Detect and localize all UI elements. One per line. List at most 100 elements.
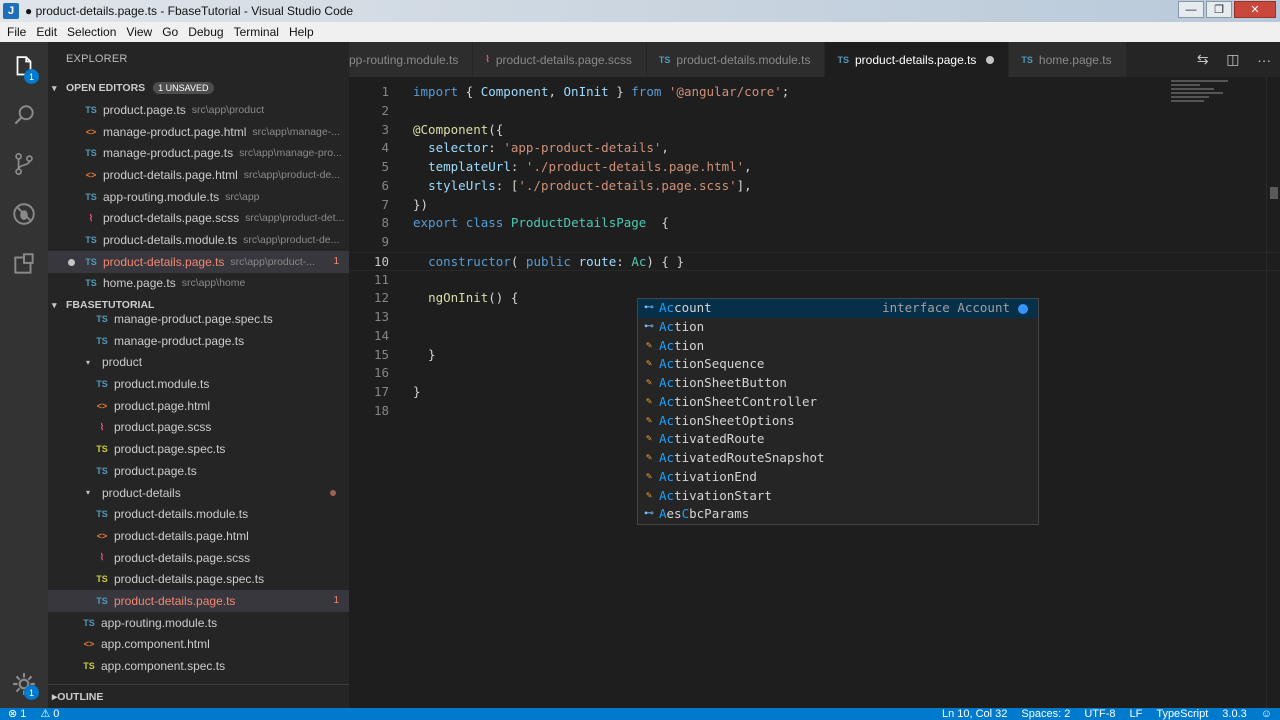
tree-item[interactable]: TS product-details.page.spec.ts — [48, 568, 349, 590]
tab-product-details-page-ts[interactable]: TS product-details.page.ts — [825, 42, 1010, 77]
tree-item[interactable]: ⌇ product.page.scss — [48, 417, 349, 439]
line-number: 15 — [373, 346, 389, 362]
file-name: product.module.ts — [114, 377, 210, 392]
close-button[interactable]: ✕ — [1234, 1, 1276, 18]
suggestion-item[interactable]: ⊷ Account interface Account — [638, 299, 1038, 318]
extensions-icon — [14, 253, 34, 274]
line-ending[interactable]: LF — [1129, 708, 1142, 720]
code-editor[interactable]: 1 import { Component, OnInit } from '@ang… — [349, 77, 1280, 708]
file-path: src\app\product-de... — [243, 233, 340, 246]
suggestion-item[interactable]: ✎ ActivatedRouteSnapshot — [638, 449, 1038, 468]
tree-item[interactable]: <> product-details.page.html — [48, 525, 349, 547]
suggestion-item[interactable]: ✎ ActivationEnd — [638, 468, 1038, 487]
open-editor-item[interactable]: TS product-details.page.ts src\app\product… — [48, 250, 349, 273]
editor-scrollbar[interactable] — [1266, 77, 1280, 708]
tree-item[interactable]: ▾ product-details — [48, 482, 349, 504]
menu-debug[interactable]: Debug — [183, 25, 228, 39]
encoding[interactable]: UTF-8 — [1084, 708, 1115, 720]
scrollbar-thumb[interactable] — [1270, 187, 1278, 199]
minimap[interactable] — [1171, 78, 1266, 138]
open-editor-item[interactable]: TS app-routing.module.ts src\app — [48, 186, 349, 208]
cursor-position[interactable]: Ln 10, Col 32 — [942, 708, 1007, 720]
tree-item[interactable]: ▾ product — [48, 352, 349, 374]
suggestion-item[interactable]: ✎ ActivatedRoute — [638, 430, 1038, 449]
menu-help[interactable]: Help — [284, 25, 319, 39]
tree-item[interactable]: TS app.component.spec.ts — [48, 655, 349, 677]
suggestion-item[interactable]: ✎ ActionSequence — [638, 355, 1038, 374]
more-actions-icon[interactable]: ··· — [1257, 52, 1271, 68]
chevron-down-icon: ▾ — [86, 357, 91, 367]
open-editor-item[interactable]: TS home.page.ts src\app\home — [48, 273, 349, 295]
tree-item[interactable]: TS manage-product.page.spec.ts — [48, 308, 349, 330]
outline-header[interactable]: ▸ OUTLINE — [48, 684, 349, 708]
suggestion-item[interactable]: ✎ Action — [638, 337, 1038, 356]
code-line: 2 — [349, 102, 1280, 121]
open-editor-item[interactable]: TS product-details.module.ts src\app\produ… — [48, 229, 349, 251]
open-editor-item[interactable]: ⌇ product-details.page.scss src\app\produc… — [48, 207, 349, 229]
tree-item[interactable]: TS product-details.module.ts — [48, 503, 349, 525]
tree-item[interactable]: TS product.page.spec.ts — [48, 438, 349, 460]
errors-count[interactable]: ⊗ 1 — [8, 708, 26, 720]
tree-item[interactable]: <> app.component.html — [48, 634, 349, 656]
tree-item[interactable]: TS product-details.page.ts 1 — [48, 590, 349, 612]
suggestion-item[interactable]: ✎ ActivationStart — [638, 487, 1038, 506]
tree-item[interactable]: <> product.page.html — [48, 395, 349, 417]
code-token: './product-details.page.html' — [525, 159, 745, 174]
code-token: { — [646, 215, 669, 231]
line-number: 17 — [373, 384, 389, 399]
open-editors-header[interactable]: ▾ OPEN EDITORS 1 UNSAVED — [48, 77, 349, 99]
menu-edit[interactable]: Edit — [31, 25, 62, 39]
open-editor-item[interactable]: <> manage-product.page.html src\app\manage… — [48, 121, 349, 143]
feedback-icon[interactable]: ☺ — [1261, 708, 1272, 720]
class-icon: ✎ — [645, 433, 653, 445]
open-editor-item[interactable]: <> product-details.page.html src\app\produ… — [48, 164, 349, 186]
menu-view[interactable]: View — [121, 25, 157, 39]
suggestion-item[interactable]: ✎ ActionSheetController — [638, 393, 1038, 412]
open-editor-item[interactable]: TS manage-product.page.ts src\app\manage-p… — [48, 142, 349, 164]
suggestion-item[interactable]: ⊷ Action — [638, 318, 1038, 337]
open-changes-icon[interactable]: ⇆ — [1197, 51, 1209, 68]
menu-terminal[interactable]: Terminal — [229, 25, 284, 39]
code-token: } — [608, 84, 632, 99]
code-token: ({ — [488, 121, 504, 137]
settings-activity[interactable]: 1 — [0, 660, 48, 708]
scss-file-icon: ⌇ — [485, 54, 490, 64]
file-path: src\app — [225, 190, 260, 203]
explorer-activity[interactable]: 1 — [0, 44, 48, 92]
code-token: ; — [781, 84, 790, 99]
class-icon: ✎ — [645, 377, 653, 388]
tab-product-details-module-ts[interactable]: TS product-details.module.ts — [646, 42, 826, 77]
info-icon[interactable] — [1018, 304, 1028, 314]
debug-activity[interactable] — [0, 190, 48, 238]
tree-item[interactable]: TS product.page.ts — [48, 460, 349, 482]
tab-home-page-ts[interactable]: TS home.page.ts — [1009, 42, 1127, 77]
typescript-version[interactable]: 3.0.3 — [1222, 708, 1246, 720]
line-content: styleUrls: ['./product-details.page.scss… — [413, 177, 752, 196]
suggestion-item[interactable]: ✎ ActionSheetButton — [638, 374, 1038, 393]
tree-item[interactable]: TS manage-product.page.ts — [48, 330, 349, 352]
tree-item[interactable]: TS app-routing.module.ts — [48, 612, 349, 634]
tab-product-details-page-scss[interactable]: ⌇ product-details.page.scss — [473, 42, 647, 77]
menu-go[interactable]: Go — [157, 25, 183, 39]
source-control-activity[interactable] — [0, 140, 48, 188]
warnings-count[interactable]: ⚠ 0 — [40, 708, 59, 720]
maximize-button[interactable]: ❐ — [1206, 1, 1232, 18]
search-activity[interactable] — [0, 92, 48, 140]
suggestion-item[interactable]: ⊷ AesCbcParams — [638, 505, 1038, 524]
open-editor-item[interactable]: TS product.page.ts src\app\product — [48, 99, 349, 121]
class-icon: ✎ — [645, 489, 653, 501]
menu-selection[interactable]: Selection — [62, 25, 121, 39]
debug-icon — [13, 203, 35, 225]
tab-pp-routing-module-ts[interactable]: pp-routing.module.ts — [349, 42, 474, 77]
menu-file[interactable]: File — [2, 25, 31, 39]
tree-item[interactable]: ⌇ product-details.page.scss — [48, 547, 349, 569]
indentation[interactable]: Spaces: 2 — [1021, 708, 1070, 720]
suggestion-item[interactable]: ✎ ActionSheetOptions — [638, 412, 1038, 431]
tree-item[interactable]: TS product.module.ts — [48, 373, 349, 395]
language-mode[interactable]: TypeScript — [1156, 708, 1208, 720]
extensions-activity[interactable] — [0, 240, 48, 288]
split-editor-icon[interactable]: ◫ — [1226, 51, 1239, 68]
suggestion-widget[interactable]: ⊷ Account interface Account ⊷ Action ✎ Action ✎… — [637, 298, 1039, 525]
minimize-button[interactable]: — — [1178, 1, 1204, 18]
